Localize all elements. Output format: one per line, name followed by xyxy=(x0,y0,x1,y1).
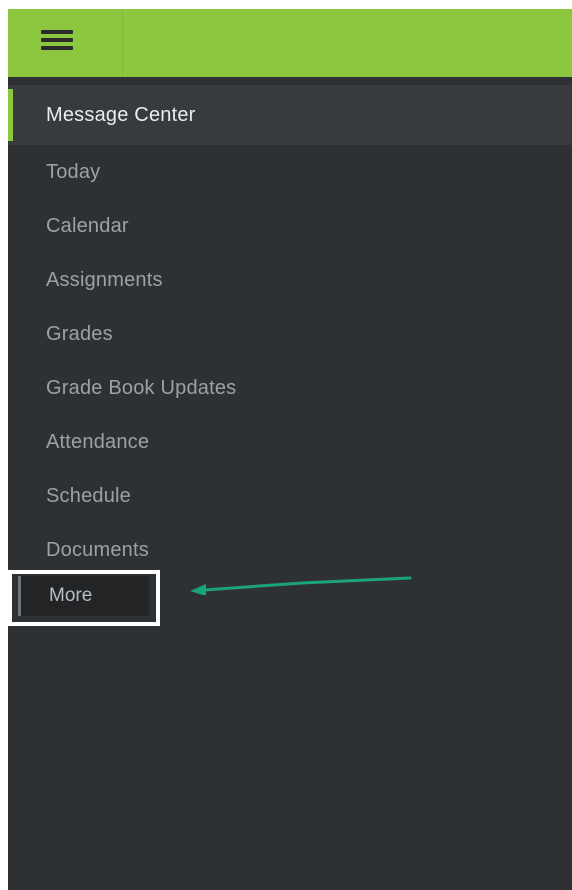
hamburger-menu-icon xyxy=(41,28,73,52)
more-button[interactable]: More xyxy=(18,576,149,616)
app-bar xyxy=(8,9,572,77)
nav-item-attendance[interactable]: Attendance xyxy=(8,415,572,469)
annotation-arrow-icon xyxy=(190,576,412,595)
nav-item-documents[interactable]: Documents xyxy=(8,523,572,577)
hamburger-menu-button[interactable] xyxy=(8,9,123,77)
nav-item-schedule[interactable]: Schedule xyxy=(8,469,572,523)
nav-item-calendar[interactable]: Calendar xyxy=(8,199,572,253)
nav-item-grade-book-updates[interactable]: Grade Book Updates xyxy=(8,361,572,415)
nav-item-message-center[interactable]: Message Center xyxy=(8,85,572,145)
navigation-drawer: Message Center Today Calendar Assignment… xyxy=(8,85,572,577)
app-screen: Message Center Today Calendar Assignment… xyxy=(8,9,572,890)
nav-item-today[interactable]: Today xyxy=(8,145,572,199)
nav-item-assignments[interactable]: Assignments xyxy=(8,253,572,307)
nav-item-grades[interactable]: Grades xyxy=(8,307,572,361)
